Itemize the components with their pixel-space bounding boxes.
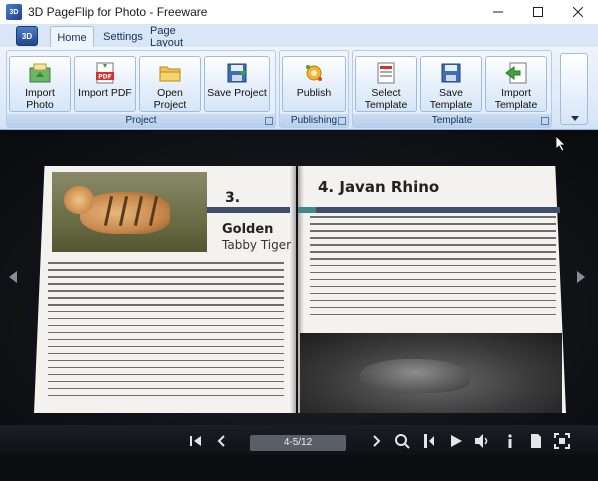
group-publishing: Publish Publishing bbox=[279, 50, 349, 128]
play-icon bbox=[451, 435, 462, 447]
tab-settings[interactable]: Settings bbox=[98, 26, 148, 48]
info-icon bbox=[508, 434, 512, 448]
sound-button[interactable] bbox=[474, 433, 490, 449]
next-page-arrow-icon[interactable] bbox=[576, 271, 586, 283]
ribbon-panel: Import Photo PDF Import PDF Open Project… bbox=[0, 47, 598, 130]
group-project: Import Photo PDF Import PDF Open Project… bbox=[6, 50, 276, 128]
fit-icon bbox=[424, 434, 434, 448]
pdf-icon: PDF bbox=[93, 62, 117, 84]
status-bar bbox=[0, 455, 598, 481]
save-template-button[interactable]: Save Template bbox=[420, 56, 482, 112]
select-template-label: Select Template bbox=[364, 87, 408, 111]
file-icon bbox=[531, 434, 541, 448]
fit-button[interactable] bbox=[422, 433, 438, 449]
prev-page-arrow-icon[interactable] bbox=[8, 271, 18, 283]
publish-icon bbox=[302, 62, 326, 84]
fullscreen-icon bbox=[554, 433, 570, 449]
import-photo-icon bbox=[28, 62, 52, 84]
import-template-icon bbox=[504, 62, 528, 84]
title-bar: 3D 3D PageFlip for Photo - Freeware bbox=[0, 0, 598, 24]
fullscreen-button[interactable] bbox=[554, 433, 570, 449]
window-controls bbox=[478, 0, 598, 24]
project-dialog-launcher-icon[interactable] bbox=[265, 117, 273, 125]
save-project-button[interactable]: Save Project bbox=[204, 56, 270, 112]
right-page-title: 4. Javan Rhino bbox=[318, 178, 440, 196]
publishing-dialog-launcher-icon[interactable] bbox=[338, 117, 346, 125]
left-title-bar bbox=[207, 207, 290, 213]
right-page-text bbox=[310, 216, 556, 321]
next-page-button[interactable] bbox=[368, 433, 384, 449]
mouse-cursor-icon bbox=[556, 136, 566, 152]
tiger-photo bbox=[52, 172, 207, 252]
open-project-label: Open Project bbox=[153, 87, 187, 111]
import-photo-button[interactable]: Import Photo bbox=[9, 56, 71, 112]
left-page-subtitle: Tabby Tiger bbox=[222, 238, 292, 252]
open-project-button[interactable]: Open Project bbox=[139, 56, 201, 112]
import-template-button[interactable]: Import Template bbox=[485, 56, 547, 112]
ribbon-more-button[interactable] bbox=[560, 53, 588, 125]
first-page-button[interactable] bbox=[188, 433, 204, 449]
next-page-icon bbox=[373, 435, 381, 447]
group-template: Select Template Save Template Import Tem… bbox=[352, 50, 552, 128]
left-page-title: Golden bbox=[222, 222, 274, 237]
info-button[interactable] bbox=[502, 433, 518, 449]
import-pdf-label: Import PDF bbox=[78, 87, 132, 99]
save-template-label: Save Template bbox=[429, 87, 473, 111]
right-title-bar bbox=[298, 207, 560, 213]
previous-page-button[interactable] bbox=[214, 433, 230, 449]
previous-page-icon bbox=[217, 435, 225, 447]
first-page-icon bbox=[190, 436, 201, 446]
import-pdf-button[interactable]: PDF Import PDF bbox=[74, 56, 136, 112]
folder-icon bbox=[158, 62, 182, 84]
svg-text:PDF: PDF bbox=[98, 74, 111, 81]
volume-icon bbox=[475, 434, 488, 448]
right-title-accent bbox=[298, 207, 316, 213]
page-indicator[interactable]: 4-5/12 bbox=[250, 435, 346, 451]
tab-page-layout[interactable]: Page Layout bbox=[150, 25, 210, 49]
select-template-button[interactable]: Select Template bbox=[355, 56, 417, 112]
ribbon-tab-strip: 3D Home Settings Page Layout bbox=[0, 24, 598, 49]
group-project-label: Project bbox=[7, 114, 275, 127]
app-window: 3D 3D PageFlip for Photo - Freeware 3D H… bbox=[0, 0, 598, 481]
dropdown-arrow-icon bbox=[571, 116, 579, 121]
file-button[interactable] bbox=[528, 433, 544, 449]
save-icon bbox=[225, 62, 249, 84]
zoom-icon bbox=[395, 434, 410, 449]
publish-label: Publish bbox=[296, 87, 332, 99]
tab-home[interactable]: Home bbox=[50, 26, 94, 48]
application-menu-button[interactable]: 3D bbox=[16, 26, 38, 46]
save-template-icon bbox=[439, 62, 463, 84]
minimize-button[interactable] bbox=[478, 0, 518, 24]
maximize-button[interactable] bbox=[518, 0, 558, 24]
rhino-photo bbox=[300, 333, 562, 413]
close-button[interactable] bbox=[558, 0, 598, 24]
publish-button[interactable]: Publish bbox=[282, 56, 346, 112]
maximize-icon bbox=[533, 7, 543, 17]
import-template-label: Import Template bbox=[494, 87, 538, 111]
group-template-label: Template bbox=[353, 114, 551, 127]
template-dialog-launcher-icon[interactable] bbox=[541, 117, 549, 125]
left-page-text bbox=[48, 262, 284, 402]
viewer-toolbar: 4-5/12 bbox=[0, 425, 598, 455]
minimize-icon bbox=[493, 11, 503, 13]
autoplay-button[interactable] bbox=[448, 433, 464, 449]
close-icon bbox=[573, 7, 583, 17]
window-title: 3D PageFlip for Photo - Freeware bbox=[28, 5, 208, 19]
app-icon: 3D bbox=[6, 4, 22, 20]
import-photo-label: Import Photo bbox=[25, 87, 55, 111]
save-project-label: Save Project bbox=[207, 87, 267, 99]
left-page-number: 3. bbox=[225, 190, 241, 206]
select-template-icon bbox=[374, 62, 398, 84]
zoom-button[interactable] bbox=[394, 433, 410, 449]
